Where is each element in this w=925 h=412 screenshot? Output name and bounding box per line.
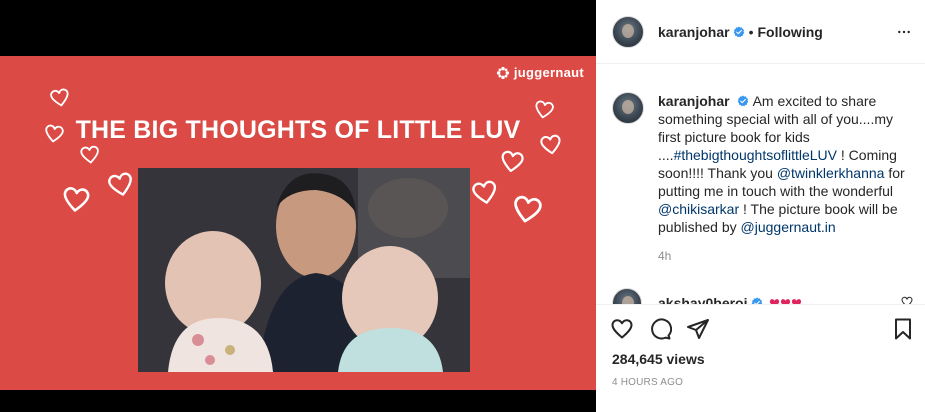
brand-mark-icon [496,66,509,79]
post-video[interactable]: juggernaut THE BIG THOUGHTS OF LITTLE LU… [0,56,596,390]
author-username[interactable]: karanjohar [658,24,730,40]
doodle-heart-icon [535,100,554,119]
bookmark-icon[interactable] [891,317,915,341]
doodle-heart-icon [63,187,90,212]
caption-author-avatar[interactable] [612,92,644,124]
doodle-heart-icon [501,150,524,173]
verified-badge-icon [751,297,762,304]
caption-body: karanjohar Am excited to share something … [658,92,908,263]
commenter-avatar[interactable] [612,288,642,304]
following-button[interactable]: Following [758,24,823,40]
comments-section[interactable]: karanjohar Am excited to share something … [596,64,925,304]
verified-badge-icon [733,26,744,37]
caption: karanjohar Am excited to share something … [612,92,917,263]
doodle-heart-icon [80,145,99,164]
hashtag-link[interactable]: #thebigthoughtsoflittleLUV [674,147,837,163]
comment-item: akshay0beroi [612,288,917,304]
more-options-icon[interactable] [893,22,915,42]
post-header: karanjohar • Following [596,0,925,64]
share-icon[interactable] [686,317,710,341]
view-count[interactable]: 284,645 views [612,351,705,367]
commenter-username[interactable]: akshay0beroi [658,295,748,304]
separator-dot: • [748,23,754,40]
doodle-heart-icon [50,88,69,107]
doodle-heart-icon [514,195,542,223]
comment-icon[interactable] [648,317,672,341]
media-pane: juggernaut THE BIG THOUGHTS OF LITTLE LU… [0,0,596,412]
mention-link[interactable]: @juggernaut.in [741,219,836,235]
comment-like-heart-icon[interactable] [901,296,913,304]
doodle-heart-icon [472,180,497,204]
verified-badge-icon [737,95,748,107]
post-timestamp[interactable]: 4 HOURS AGO [612,377,683,388]
doodle-heart-icon [108,172,132,196]
post-actions: 284,645 views 4 HOURS AGO [596,304,925,412]
doodle-heart-icon [540,134,561,155]
post-details-pane: karanjohar • Following karanjohar Am exci… [596,0,925,412]
doodle-heart-icon [45,124,64,143]
author-avatar[interactable] [612,15,644,48]
family-photo [138,168,470,372]
mention-link[interactable]: @twinklerkhanna [777,165,885,181]
brand-logo: juggernaut [496,65,584,80]
action-icons [610,317,710,341]
heart-icon[interactable] [610,317,634,341]
caption-time: 4h [658,249,672,263]
family-photo-illustration [138,168,470,372]
brand-name: juggernaut [513,65,584,80]
caption-text: karanjohar Am excited to share something … [658,92,908,236]
caption-username[interactable]: karanjohar [658,93,730,109]
mention-link[interactable]: @chikisarkar [658,201,739,217]
